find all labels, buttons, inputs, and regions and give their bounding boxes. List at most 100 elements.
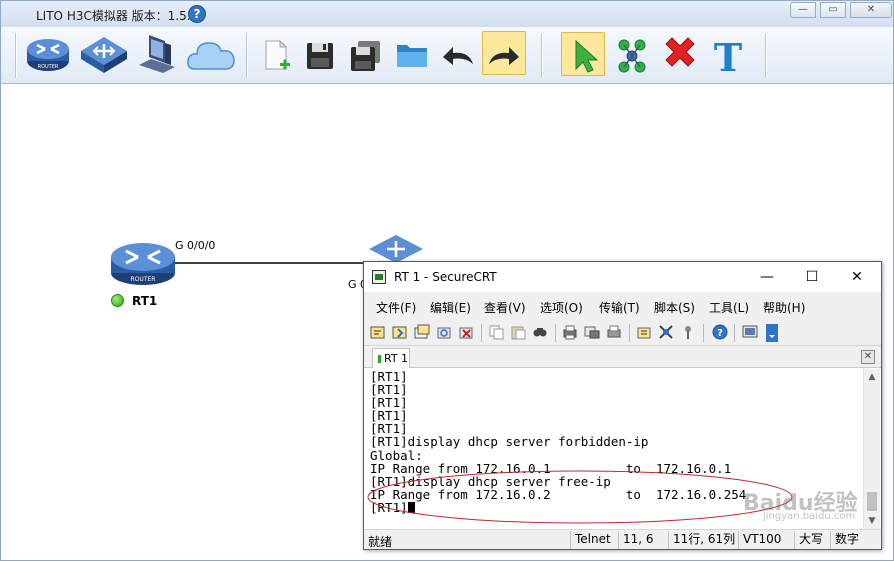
toolbar-separator (629, 324, 630, 342)
terminal-scrollbar[interactable]: ▲ ▼ (863, 369, 880, 529)
svg-text:T: T (714, 35, 742, 77)
toolbar-separator (481, 324, 482, 342)
scroll-thumb[interactable] (867, 492, 877, 511)
scroll-up-arrow-icon[interactable]: ▲ (864, 369, 880, 385)
print-icon[interactable] (562, 324, 578, 340)
screen-icon[interactable] (742, 324, 758, 340)
watermark-url: jingyan.baidu.com (763, 511, 856, 522)
status-cursor-position: 11, 6 (618, 531, 666, 549)
disconnect-icon[interactable] (458, 324, 474, 340)
tab-rt1[interactable]: RT 1 (372, 348, 410, 368)
text-tool-button[interactable]: T (705, 31, 751, 77)
toolbar-separator (541, 33, 543, 78)
menu-options[interactable]: 选项(O) (540, 299, 583, 316)
crt-title-bar: RT 1 - SecureCRT — ☐ ✕ (364, 262, 881, 292)
delete-tool-button[interactable] (657, 31, 703, 77)
global-options-icon[interactable] (658, 324, 674, 340)
save-tool-button[interactable] (297, 31, 343, 77)
device-label-rt1: RT1 (132, 294, 158, 308)
tab-close-button[interactable]: ✕ (861, 350, 875, 364)
tab-status-icon (378, 355, 381, 363)
crt-status-bar: 就绪 Telnet 11, 6 11行, 61列 VT100 大写 数字 (364, 529, 881, 549)
text-t-icon: T (714, 35, 742, 77)
select-tool-button[interactable] (561, 32, 605, 76)
save-icon (307, 43, 333, 69)
crt-maximize-button[interactable]: ☐ (797, 266, 827, 288)
reconnect-icon[interactable] (436, 324, 452, 340)
undo-tool-button[interactable] (435, 31, 481, 77)
crt-menu-bar: 文件(F) 编辑(E) 查看(V) 选项(O) 传输(T) 脚本(S) 工具(L… (364, 292, 881, 320)
link-line[interactable] (1, 85, 401, 285)
toolbar-separator (555, 324, 556, 342)
terminal-prompt: [RT1] (370, 499, 408, 515)
toolbar-separator (246, 33, 248, 78)
router-icon: ROUTER (111, 243, 175, 285)
keymap-icon[interactable] (680, 324, 696, 340)
delete-x-icon (665, 37, 695, 67)
help-button[interactable]: ? (188, 5, 206, 23)
terminal-output: [RT1] [RT1] [RT1] [RT1] [RT1] [RT1]displ… (370, 370, 746, 514)
toolbar-separator (765, 33, 767, 78)
switch-tool-button[interactable] (81, 31, 127, 77)
new-file-tool-button[interactable] (254, 31, 300, 77)
menu-transfer[interactable]: 传输(T) (599, 299, 640, 316)
printer-icon[interactable] (606, 324, 622, 340)
tab-label: RT 1 (384, 352, 409, 365)
simulator-window: LITO H3C模拟器 版本：1.5.2 ? — ▭ ✕ ROUTER T RO… (0, 0, 894, 561)
device-rt1[interactable]: ROUTER (110, 237, 176, 287)
menu-help[interactable]: 帮助(H) (763, 299, 805, 316)
crt-close-button[interactable]: ✕ (842, 266, 872, 288)
save-as-tool-button[interactable] (342, 31, 388, 77)
terminal-line: IP Range from 172.16.0.2 to 172.16.0.254 (370, 486, 747, 502)
save-as-icon (351, 41, 380, 71)
router-tool-button[interactable]: ROUTER (25, 31, 71, 77)
menu-script[interactable]: 脚本(S) (654, 299, 695, 316)
paste-icon[interactable] (510, 324, 526, 340)
pc-tool-button[interactable] (135, 31, 181, 77)
connect-links-icon (618, 39, 646, 73)
find-icon[interactable] (532, 324, 548, 340)
menu-file[interactable]: 文件(F) (376, 299, 416, 316)
crt-minimize-button[interactable]: — (752, 266, 782, 288)
redo-tool-button[interactable] (482, 31, 526, 75)
folder-icon (397, 45, 427, 67)
quick-connect-icon[interactable] (392, 324, 408, 340)
connect-icon[interactable] (370, 324, 386, 340)
copy-icon[interactable] (488, 324, 504, 340)
securecrt-logo-icon (372, 270, 386, 284)
close-button[interactable]: ✕ (850, 2, 892, 18)
status-ready: 就绪 (368, 535, 393, 549)
terminal-cursor (407, 501, 415, 513)
connect-tab-icon[interactable] (414, 324, 430, 340)
status-indicator (111, 294, 124, 307)
new-file-icon (265, 39, 290, 70)
print-setup-icon[interactable] (584, 324, 600, 340)
router-icon: ROUTER (27, 39, 69, 71)
menu-view[interactable]: 查看(V) (484, 299, 526, 316)
svg-text:?: ? (717, 328, 723, 339)
maximize-button[interactable]: ▭ (820, 2, 846, 18)
status-emulation: VT100 (738, 531, 792, 549)
cloud-tool-button[interactable] (187, 31, 235, 77)
scroll-down-arrow-icon[interactable]: ▼ (864, 513, 880, 529)
status-rows-cols: 11行, 61列 (668, 531, 736, 549)
cursor-arrow-icon (575, 39, 599, 73)
crt-tab-bar: RT 1 ✕ (364, 346, 881, 368)
cloud-icon (187, 42, 235, 70)
menu-edit[interactable]: 编辑(E) (430, 299, 471, 316)
help-icon[interactable]: ? (712, 324, 728, 340)
menu-tools[interactable]: 工具(L) (709, 299, 749, 316)
toolbar-more-icon[interactable] (766, 324, 778, 342)
app-title: LITO H3C模拟器 版本：1.5.2 (36, 9, 199, 23)
open-folder-tool-button[interactable] (389, 31, 435, 77)
session-options-icon[interactable] (636, 324, 652, 340)
svg-text:ROUTER: ROUTER (38, 64, 59, 70)
crt-toolbar: ? (364, 320, 881, 346)
undo-icon (443, 47, 473, 65)
toolbar-separator (734, 324, 735, 342)
status-num: 数字 (830, 531, 879, 549)
connect-tool-button[interactable] (609, 31, 655, 77)
status-protocol: Telnet (570, 531, 616, 549)
switch-icon (81, 37, 127, 73)
minimize-button[interactable]: — (790, 2, 816, 18)
